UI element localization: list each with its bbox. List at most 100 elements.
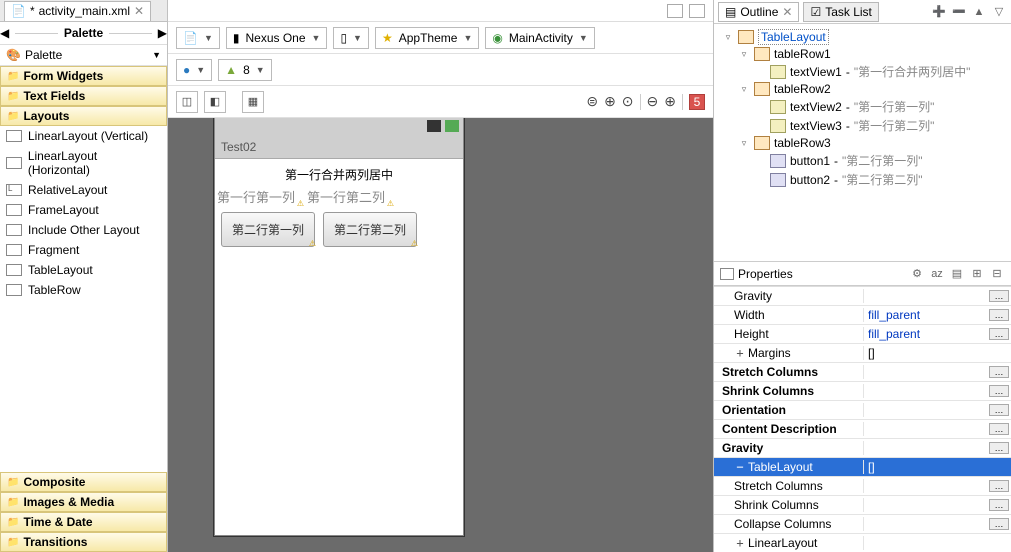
locale-combo[interactable]: ●▼ [176, 59, 212, 81]
more-button[interactable]: … [989, 518, 1009, 530]
chevron-right-icon[interactable]: ▶ [158, 26, 167, 40]
prop-orientation[interactable]: Orientation… [714, 401, 1011, 420]
prop-width[interactable]: Widthfill_parent… [714, 306, 1011, 325]
more-button[interactable]: … [989, 290, 1009, 302]
expand-icon[interactable]: + [734, 346, 746, 360]
item-framelayout[interactable]: FrameLayout [0, 200, 167, 220]
node-label[interactable]: TableLayout [758, 29, 829, 45]
prop-tl-stretch[interactable]: Stretch Columns… [714, 477, 1011, 496]
more-button[interactable]: … [989, 480, 1009, 492]
theme-combo[interactable]: ★AppTheme▼ [375, 27, 479, 49]
collapse-icon[interactable]: ▿ [738, 138, 750, 149]
collapse-icon[interactable]: − [734, 460, 746, 474]
prop-stretch-columns[interactable]: Stretch Columns… [714, 363, 1011, 382]
node-textview3[interactable]: textView3 - "第一行第二列" [722, 116, 1011, 135]
prop-gravity[interactable]: Gravity… [714, 287, 1011, 306]
outline-remove-button[interactable]: ➖ [951, 4, 967, 20]
item-linearlayout-horizontal[interactable]: LinearLayout (Horizontal) [0, 146, 167, 180]
node-button2[interactable]: button2 - "第二行第二列" [722, 170, 1011, 189]
filter-icon[interactable]: ⚙ [909, 266, 925, 282]
tab-outline[interactable]: ▤Outline✕ [718, 2, 799, 22]
lint-warnings-badge[interactable]: 5 [689, 94, 705, 110]
node-button1[interactable]: button1 - "第二行第一列" [722, 151, 1011, 170]
textview1-preview[interactable]: 第一行合并两列居中 [215, 159, 463, 187]
collapse-icon[interactable]: ▿ [738, 49, 750, 60]
textview2-preview[interactable]: 第一行第一列 [217, 187, 295, 206]
more-button[interactable]: … [989, 423, 1009, 435]
textview3-preview[interactable]: 第一行第二列 [307, 187, 385, 206]
prop-height[interactable]: Heightfill_parent… [714, 325, 1011, 344]
node-tablerow1[interactable]: ▿tableRow1 [722, 46, 1011, 62]
group-transitions[interactable]: 📁Transitions [0, 532, 167, 552]
node-tablelayout[interactable]: ▿ TableLayout [722, 28, 1011, 46]
zoom-fit-icon[interactable]: ⊜ [586, 93, 598, 110]
device-combo[interactable]: ▮Nexus One▼ [226, 27, 328, 49]
button2-preview[interactable]: 第二行第二列 [323, 212, 417, 247]
prop-shrink-columns[interactable]: Shrink Columns… [714, 382, 1011, 401]
prop-gravity2[interactable]: Gravity… [714, 439, 1011, 458]
group-layouts[interactable]: 📁Layouts [0, 106, 167, 126]
toggle-grid-button[interactable]: ▦ [242, 91, 264, 113]
zoom-out-icon[interactable]: ⊖ [647, 93, 659, 110]
tab-task-list[interactable]: ☑Task List [803, 2, 878, 22]
outline-up-button[interactable]: ▲ [971, 4, 987, 20]
dropdown-icon[interactable]: ▼ [152, 50, 161, 60]
tasklist-icon: ☑ [810, 5, 821, 19]
item-include-layout[interactable]: Include Other Layout [0, 220, 167, 240]
node-textview1[interactable]: textView1 - "第一行合并两列居中" [722, 62, 1011, 81]
outline-add-button[interactable]: ➕ [931, 4, 947, 20]
maximize-button[interactable] [689, 4, 705, 18]
group-time-date[interactable]: 📁Time & Date [0, 512, 167, 532]
more-button[interactable]: … [989, 366, 1009, 378]
minimize-button[interactable] [667, 4, 683, 18]
close-icon[interactable]: ✕ [782, 5, 792, 19]
node-tablerow2[interactable]: ▿tableRow2 [722, 81, 1011, 97]
orientation-combo[interactable]: ▯▼ [333, 27, 369, 49]
folder-icon: 📁 [7, 517, 19, 528]
collapse-icon[interactable]: ▿ [738, 84, 750, 95]
group-form-widgets[interactable]: 📁Form Widgets [0, 66, 167, 86]
sort-az-icon[interactable]: aᴢ [929, 266, 945, 282]
collapse-icon[interactable]: ⊟ [989, 266, 1005, 282]
chevron-left-icon[interactable]: ◀ [0, 26, 9, 40]
more-button[interactable]: … [989, 309, 1009, 321]
view-menu-icon[interactable]: ▽ [991, 4, 1007, 20]
more-button[interactable]: … [989, 328, 1009, 340]
node-tablerow3[interactable]: ▿tableRow3 [722, 135, 1011, 151]
prop-group-tablelayout[interactable]: −TableLayout[] [714, 458, 1011, 477]
item-tablelayout[interactable]: TableLayout [0, 260, 167, 280]
editor-tab-activity-main[interactable]: 📄 *activity_main.xml ✕ [4, 1, 151, 21]
toggle-viewport-button[interactable]: ◫ [176, 91, 198, 113]
zoom-100-icon[interactable]: ⊙ [622, 93, 634, 110]
prop-content-description[interactable]: Content Description… [714, 420, 1011, 439]
collapse-icon[interactable]: ▿ [722, 32, 734, 43]
group-text-fields[interactable]: 📁Text Fields [0, 86, 167, 106]
more-button[interactable]: … [989, 385, 1009, 397]
group-composite[interactable]: 📁Composite [0, 472, 167, 492]
node-textview2[interactable]: textView2 - "第一行第一列" [722, 97, 1011, 116]
show-advanced-icon[interactable]: ▤ [949, 266, 965, 282]
design-canvas[interactable]: Test02 第一行合并两列居中 第一行第一列 第一行第二列 第二行第一列 第二… [168, 118, 713, 552]
activity-combo[interactable]: ◉MainActivity▼ [485, 27, 594, 49]
item-relativelayout[interactable]: RelativeLayout [0, 180, 167, 200]
more-button[interactable]: … [989, 499, 1009, 511]
more-button[interactable]: … [989, 442, 1009, 454]
prop-tl-collapse[interactable]: Collapse Columns… [714, 515, 1011, 534]
render-target-combo[interactable]: 📄▼ [176, 27, 220, 49]
zoom-reset-icon[interactable]: ⊕ [604, 93, 616, 110]
more-button[interactable]: … [989, 404, 1009, 416]
prop-tl-shrink[interactable]: Shrink Columns… [714, 496, 1011, 515]
item-linearlayout-vertical[interactable]: LinearLayout (Vertical) [0, 126, 167, 146]
zoom-in-icon[interactable]: ⊕ [664, 93, 676, 110]
close-icon[interactable]: ✕ [134, 4, 144, 18]
prop-group-linearlayout[interactable]: +LinearLayout [714, 534, 1011, 552]
toggle-states-button[interactable]: ◧ [204, 91, 226, 113]
prop-margins[interactable]: +Margins[] [714, 344, 1011, 363]
group-images-media[interactable]: 📁Images & Media [0, 492, 167, 512]
item-tablerow[interactable]: TableRow [0, 280, 167, 300]
item-fragment[interactable]: Fragment [0, 240, 167, 260]
button1-preview[interactable]: 第二行第一列 [221, 212, 315, 247]
expand-icon[interactable]: + [734, 536, 746, 550]
api-level-combo[interactable]: ▲8▼ [218, 59, 272, 81]
expand-icon[interactable]: ⊞ [969, 266, 985, 282]
